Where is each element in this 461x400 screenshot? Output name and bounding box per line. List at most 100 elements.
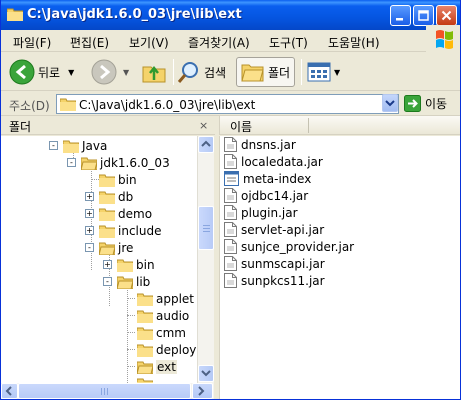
menu-view[interactable]: 보기(V) [129,34,169,51]
tree-item-applet[interactable]: applet [137,291,194,307]
folder-icon [99,208,115,221]
tree-item-include[interactable]: + include [85,223,161,239]
tree-item-label: db [118,190,134,204]
address-dropdown-button[interactable] [382,94,398,112]
column-separator[interactable] [308,118,309,133]
file-item[interactable]: dnsns.jar [224,136,296,153]
file-item[interactable]: meta-index [224,170,311,187]
file-name: localedata.jar [241,154,323,169]
tree-item-label: bin [118,173,137,187]
jar-file-icon [224,188,237,203]
folder-icon [63,140,79,153]
back-dropdown-icon[interactable]: ▼ [68,68,74,77]
back-button[interactable]: 뒤로 ▼ [9,57,74,87]
menu-help[interactable]: 도움말(H) [328,34,380,51]
tree-item-bin[interactable]: bin [99,172,137,188]
jar-file-icon [224,137,237,152]
collapse-icon[interactable]: - [49,141,58,150]
tree-item-audio[interactable]: audio [137,308,189,324]
tree-vertical-scrollbar[interactable] [197,136,214,383]
open-folder-icon [137,361,153,374]
horizontal-scroll-thumb[interactable] [18,383,191,399]
scroll-up-button[interactable] [198,136,214,153]
collapse-icon[interactable]: - [85,243,94,252]
address-label: 주소(D) [9,99,50,113]
toolbar-separator [301,59,302,85]
windows-logo [426,25,460,52]
file-name: sunpkcs11.jar [241,273,325,288]
tree-item-label: bin [136,258,155,272]
jar-file-icon [224,154,237,169]
maximize-icon [418,10,429,21]
folder-icon [7,8,23,21]
scroll-left-button[interactable] [1,383,18,399]
address-value: C:\Java\jdk1.6.0_03\jre\lib\ext [79,98,256,112]
tree-item-label: cmm [156,326,186,340]
chevron-right-icon [198,386,205,396]
chevron-down-icon [201,370,211,377]
tree-item-jre-bin[interactable]: + bin [103,257,155,273]
tree-item-label: applet [156,292,195,306]
name-column-header[interactable]: 이름 [219,116,460,135]
tree-item-demo[interactable]: + demo [85,206,152,222]
views-button[interactable]: ▼ [307,57,340,87]
menu-file[interactable]: 파일(F) [13,34,51,51]
tree-item-label: deploy [156,343,197,357]
folder-icon [137,344,153,357]
folder-icon [99,225,115,238]
views-icon [307,62,331,82]
file-item[interactable]: sunjce_provider.jar [224,238,354,255]
tree-item-ext[interactable]: ext [137,359,177,375]
menu-favorites[interactable]: 즐겨찾기(A) [188,34,250,51]
menu-tools[interactable]: 도구(T) [269,34,308,51]
collapse-icon[interactable]: - [67,158,76,167]
collapse-icon[interactable]: - [103,277,112,286]
jar-file-icon [224,239,237,254]
back-arrow-icon [9,59,35,85]
file-item[interactable]: sunpkcs11.jar [224,272,325,289]
tree-item-cmm[interactable]: cmm [137,325,186,341]
menu-edit[interactable]: 편집(E) [70,34,109,51]
forward-button[interactable]: ▼ [91,57,129,87]
tree-item-lib[interactable]: - lib [103,274,150,290]
minimize-icon [396,18,403,21]
search-button[interactable]: 검색 [177,57,226,87]
title-bar[interactable]: C:\Java\jdk1.6.0_03\jre\lib\ext [1,0,460,30]
file-name: dnsns.jar [241,137,296,152]
file-item[interactable]: localedata.jar [224,153,323,170]
tree-item-deploy[interactable]: deploy [137,342,196,358]
tree-item-partial [137,376,153,383]
scroll-down-button[interactable] [198,365,214,382]
folders-button[interactable]: 폴더 [236,57,296,87]
file-item[interactable]: sunmscapi.jar [224,255,325,272]
file-list: dnsns.jar localedata.jar meta-index ojdb… [219,136,460,399]
expand-icon[interactable]: + [85,192,94,201]
chevron-up-icon [201,140,211,147]
tree-item-java[interactable]: - Java [49,138,107,154]
expand-icon[interactable]: + [103,260,112,269]
tree-horizontal-scrollbar[interactable] [1,383,214,399]
file-item[interactable]: ojdbc14.jar [224,187,308,204]
scroll-thumb[interactable] [198,206,214,250]
maximize-button[interactable] [413,5,434,26]
close-button[interactable] [436,5,457,26]
up-folder-button[interactable] [141,57,167,87]
expand-icon[interactable]: + [85,226,94,235]
address-input[interactable]: C:\Java\jdk1.6.0_03\jre\lib\ext [56,94,399,114]
forward-dropdown-icon[interactable]: ▼ [123,68,129,77]
tree-item-jre[interactable]: - jre [85,240,133,256]
expand-icon[interactable]: + [85,209,94,218]
minimize-button[interactable] [390,5,411,26]
views-dropdown-icon: ▼ [334,67,341,77]
tree-line [127,366,135,367]
file-item[interactable]: plugin.jar [224,204,298,221]
go-button[interactable]: 이동 [404,95,447,112]
folders-pane-close-icon[interactable]: × [199,119,208,132]
folder-icon [99,174,115,187]
scroll-right-button[interactable] [192,383,213,399]
open-folder-icon [117,276,133,289]
tree-item-db[interactable]: + db [85,189,133,205]
jar-file-icon [224,273,237,288]
tree-item-jdk[interactable]: - jdk1.6.0_03 [67,155,170,171]
file-item[interactable]: servlet-api.jar [224,221,324,238]
